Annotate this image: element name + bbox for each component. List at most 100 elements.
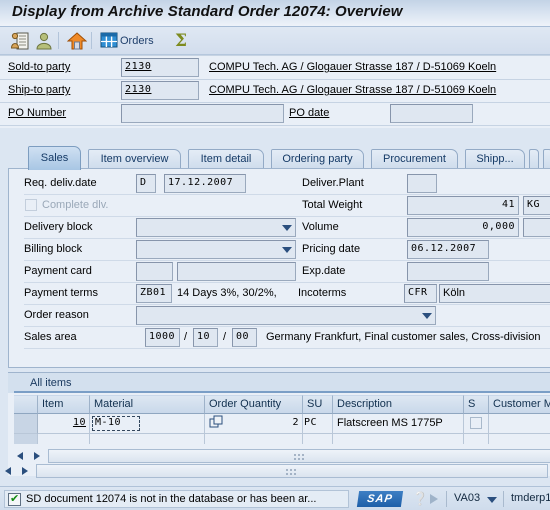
column-header-su[interactable]: SU bbox=[303, 395, 333, 414]
complete-dlv-checkbox[interactable] bbox=[25, 199, 37, 211]
incoterms-key-input[interactable]: CFR bbox=[404, 284, 437, 303]
table-empty-row bbox=[14, 434, 550, 444]
cell-description[interactable]: Flatscreen MS 1775P bbox=[333, 414, 464, 434]
total-weight-unit-input[interactable]: KG bbox=[523, 196, 550, 215]
sales-area-channel-input[interactable]: 10 bbox=[193, 328, 218, 347]
document-person-icon[interactable] bbox=[10, 31, 30, 51]
tab-shipping[interactable]: Shipp... bbox=[465, 149, 525, 169]
chevron-down-icon-3[interactable] bbox=[422, 313, 432, 319]
table-row[interactable]: 10 M-10 2 PC Flatscreen MS 1775P bbox=[14, 414, 550, 434]
order-reason-row: Order reason bbox=[14, 305, 550, 327]
cell-order-quantity[interactable]: 2 bbox=[205, 414, 303, 434]
pricing-date-input[interactable]: 06.12.2007 bbox=[407, 240, 489, 259]
window-title: Display from Archive Standard Order 1207… bbox=[12, 3, 403, 20]
help-question-icon[interactable]: ❔ bbox=[412, 491, 428, 507]
window-scroll-left-button[interactable] bbox=[2, 464, 16, 478]
req-deliv-date-type-input[interactable]: D bbox=[136, 174, 156, 193]
cell-s-checkbox[interactable] bbox=[470, 417, 482, 429]
orders-label[interactable]: Orders bbox=[120, 35, 154, 47]
po-date-input[interactable] bbox=[390, 104, 473, 123]
transaction-code[interactable]: VA03 bbox=[454, 492, 480, 504]
order-reason-dropdown[interactable] bbox=[136, 306, 436, 325]
total-weight-input[interactable]: 41 bbox=[407, 196, 519, 215]
volume-unit-input[interactable] bbox=[523, 218, 550, 237]
person-icon[interactable] bbox=[34, 31, 54, 51]
tab-ordering-party[interactable]: Ordering party bbox=[271, 149, 364, 169]
sales-area-org-value: 1000 bbox=[149, 331, 176, 342]
column-header-customer-material[interactable]: Customer Ma bbox=[489, 395, 550, 414]
column-header-customer-material-label: Customer Ma bbox=[493, 398, 550, 410]
ship-to-party-row: Ship-to party 2130 COMPU Tech. AG / Glog… bbox=[0, 80, 550, 102]
window-scroll-right-button[interactable] bbox=[18, 464, 32, 478]
payment-terms-label: Payment terms bbox=[24, 287, 98, 299]
home-icon[interactable] bbox=[67, 31, 87, 51]
total-weight-label: Total Weight bbox=[302, 199, 363, 211]
cell-s[interactable] bbox=[464, 414, 489, 434]
cell-su[interactable]: PC bbox=[303, 414, 333, 434]
tab-procurement[interactable]: Procurement bbox=[371, 149, 458, 169]
tab-overflow-partial[interactable] bbox=[529, 149, 539, 169]
column-header-order-quantity[interactable]: Order Quantity bbox=[205, 395, 303, 414]
pricing-date-value: 06.12.2007 bbox=[411, 243, 477, 254]
payment-terms-key-input[interactable]: ZB01 bbox=[136, 284, 172, 303]
play-triangle-icon[interactable] bbox=[430, 494, 438, 504]
cell-material[interactable]: M-10 bbox=[90, 414, 205, 434]
table-horizontal-scrollbar[interactable] bbox=[14, 449, 550, 463]
ship-to-party-input[interactable]: 2130 bbox=[121, 81, 199, 100]
cell-customer-material[interactable] bbox=[489, 414, 550, 434]
po-number-input[interactable] bbox=[121, 104, 284, 123]
column-header-s[interactable]: S bbox=[464, 395, 489, 414]
tab-sales[interactable]: Sales bbox=[28, 146, 81, 170]
volume-value: 0,000 bbox=[482, 221, 515, 232]
delivery-block-dropdown[interactable] bbox=[136, 218, 296, 237]
scroll-left-button[interactable] bbox=[14, 449, 28, 463]
column-header-select[interactable] bbox=[14, 395, 38, 414]
window-scroll-track[interactable] bbox=[36, 464, 548, 478]
column-header-item[interactable]: Item bbox=[38, 395, 90, 414]
column-header-material[interactable]: Material bbox=[90, 395, 205, 414]
sales-tab-panel: Req. deliv.date D 17.12.2007 Deliver.Pla… bbox=[8, 168, 550, 368]
payment-card-label: Payment card bbox=[24, 265, 92, 277]
value-help-icon[interactable] bbox=[209, 415, 224, 430]
cell-item[interactable]: 10 bbox=[38, 414, 90, 434]
window-horizontal-scrollbar[interactable] bbox=[2, 464, 548, 478]
sigma-icon[interactable]: Σ bbox=[173, 31, 191, 51]
volume-input[interactable]: 0,000 bbox=[407, 218, 519, 237]
pricing-date-label: Pricing date bbox=[302, 243, 361, 255]
window-scroll-grip[interactable] bbox=[286, 469, 298, 475]
table-scroll-grip[interactable] bbox=[294, 454, 306, 460]
column-header-description-label: Description bbox=[337, 398, 393, 410]
req-deliv-date-input[interactable]: 17.12.2007 bbox=[164, 174, 246, 193]
scroll-right-button[interactable] bbox=[30, 449, 44, 463]
status-message-box[interactable]: SD document 12074 is not in the database… bbox=[4, 490, 349, 508]
order-header-fields: Sold-to party 2130 COMPU Tech. AG / Glog… bbox=[0, 55, 550, 128]
sales-area-division-input[interactable]: 00 bbox=[232, 328, 257, 347]
column-header-description[interactable]: Description bbox=[333, 395, 464, 414]
orders-icon[interactable] bbox=[100, 31, 118, 51]
total-weight-value: 41 bbox=[501, 199, 515, 210]
tab-item-overview[interactable]: Item overview bbox=[88, 149, 181, 169]
success-check-icon bbox=[8, 492, 21, 506]
chevron-down-icon[interactable] bbox=[282, 225, 292, 231]
sold-to-party-input[interactable]: 2130 bbox=[121, 58, 199, 77]
transaction-dropdown-icon[interactable] bbox=[487, 497, 497, 503]
payment-card-number-input[interactable] bbox=[177, 262, 296, 281]
tab-item-detail[interactable]: Item detail bbox=[188, 149, 264, 169]
deliver-plant-input[interactable] bbox=[407, 174, 437, 193]
sales-area-org-input[interactable]: 1000 bbox=[145, 328, 180, 347]
exp-date-label: Exp.date bbox=[302, 265, 346, 277]
incoterms-city-input[interactable]: Köln bbox=[439, 284, 550, 303]
row-select-cell[interactable] bbox=[14, 414, 38, 434]
table-scroll-track[interactable] bbox=[48, 449, 550, 463]
server-name[interactable]: tmderp1 bbox=[511, 492, 550, 504]
volume-label: Volume bbox=[302, 221, 339, 233]
column-header-order-quantity-label: Order Quantity bbox=[209, 398, 282, 410]
order-reason-label: Order reason bbox=[24, 309, 89, 321]
tab-overflow-partial-2[interactable] bbox=[543, 149, 550, 169]
chevron-down-icon-2[interactable] bbox=[282, 247, 292, 253]
billing-block-dropdown[interactable] bbox=[136, 240, 296, 259]
exp-date-input[interactable] bbox=[407, 262, 489, 281]
payment-card-type-input[interactable] bbox=[136, 262, 173, 281]
column-header-su-label: SU bbox=[307, 398, 323, 410]
sold-to-party-label: Sold-to party bbox=[8, 61, 71, 73]
